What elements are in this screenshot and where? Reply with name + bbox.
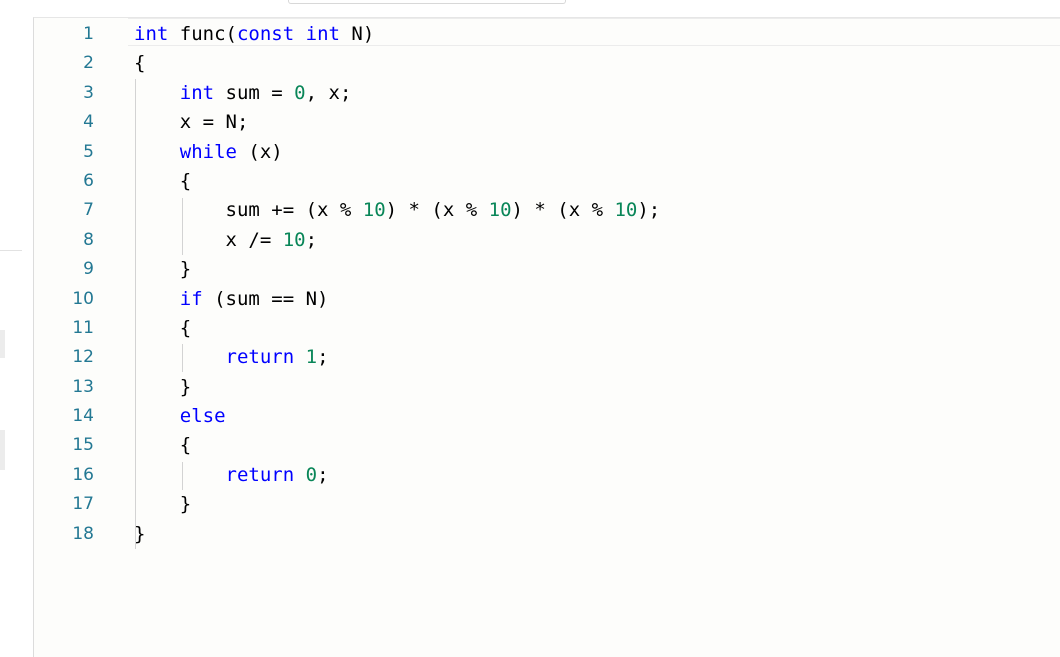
left-divider — [0, 250, 22, 251]
line-number: 14 — [72, 406, 94, 427]
code-token: ) * (x % — [385, 199, 489, 222]
code-token: sum = — [214, 81, 295, 104]
line-number: 1 — [83, 24, 94, 44]
number-token: 0 — [294, 81, 306, 104]
line-number-gutter: 1 2 3 4 5 6 7 8 9 10 11 12 13 14 15 16 17 18 — [34, 20, 94, 549]
line-number: 8 — [83, 229, 94, 250]
number-token: 10 — [362, 199, 386, 222]
code-token: } — [134, 493, 192, 516]
code-token: ) * (x % — [511, 199, 615, 222]
code-line[interactable]: int sum = 0, x; — [134, 79, 660, 108]
keyword-token: else — [179, 405, 226, 428]
keyword-token: return — [225, 346, 295, 369]
code-line[interactable]: } — [134, 373, 660, 402]
code-line[interactable]: x = N; — [134, 108, 660, 137]
code-token: (sum == N) — [202, 287, 329, 310]
line-number: 17 — [72, 494, 94, 515]
line-number: 18 — [72, 523, 94, 544]
code-line[interactable]: int func(const int N) — [134, 20, 660, 49]
keyword-token: if — [179, 287, 203, 310]
number-token: 0 — [305, 463, 318, 486]
top-tab-strip — [288, 0, 566, 4]
indent-guide — [182, 344, 183, 372]
number-token: 10 — [614, 199, 638, 222]
code-token: x /= — [134, 228, 283, 251]
code-token: { — [134, 169, 192, 192]
code-line[interactable]: sum += (x % 10) * (x % 10) * (x % 10); — [134, 196, 661, 225]
code-line[interactable]: { — [134, 314, 660, 343]
code-token: , x; — [305, 81, 352, 104]
line-number: 10 — [72, 288, 94, 309]
code-line[interactable]: if (sum == N) — [134, 285, 660, 314]
code-line[interactable]: while (x) — [134, 138, 660, 167]
code-editor[interactable]: 1 2 3 4 5 6 7 8 9 10 11 12 13 14 15 16 17 18 int func(con… — [33, 17, 1060, 657]
code-token: ; — [305, 228, 318, 251]
line-number: 7 — [83, 200, 94, 221]
line-number: 6 — [83, 170, 94, 191]
left-edge-mark — [0, 330, 5, 358]
code-line[interactable]: { — [134, 49, 660, 78]
page: 1 2 3 4 5 6 7 8 9 10 11 12 13 14 15 16 17 18 int func(con… — [0, 0, 1060, 657]
code-line[interactable]: x /= 10; — [134, 226, 660, 255]
code-token: x = N; — [134, 111, 249, 134]
code-line[interactable]: } — [134, 520, 660, 549]
keyword-token: int — [134, 23, 169, 45]
code-token: sum += (x % — [134, 199, 363, 222]
keyword-token: int — [179, 81, 215, 104]
keyword-token: return — [225, 463, 295, 486]
code-token: { — [134, 316, 192, 339]
line-number: 2 — [83, 53, 94, 74]
code-line[interactable]: { — [134, 431, 660, 460]
code-token: func( — [168, 23, 237, 45]
indent-guide — [135, 79, 136, 549]
code-line[interactable]: { — [134, 167, 660, 196]
indent-guide — [182, 198, 183, 255]
line-number: 16 — [72, 464, 94, 485]
number-token: 1 — [305, 346, 318, 369]
line-number: 13 — [72, 376, 94, 397]
number-token: 10 — [488, 199, 512, 222]
code-token: N) — [339, 23, 375, 45]
line-number: 9 — [83, 259, 94, 280]
number-token: 10 — [282, 228, 306, 251]
left-edge-mark — [0, 430, 5, 470]
keyword-token: const — [236, 23, 295, 45]
code-token: { — [134, 52, 146, 75]
code-token: ; — [317, 346, 329, 369]
code-line[interactable]: return 1; — [134, 343, 660, 372]
code-line[interactable]: } — [134, 490, 660, 519]
code-token: { — [134, 434, 192, 457]
code-area[interactable]: int func(const int N){ int sum = 0, x; x… — [134, 20, 660, 549]
line-number: 4 — [83, 112, 94, 133]
code-line[interactable]: } — [134, 255, 660, 284]
code-token: } — [134, 375, 192, 398]
code-line[interactable]: else — [134, 402, 660, 431]
code-token: (x) — [236, 140, 283, 163]
line-number: 15 — [72, 435, 94, 456]
line-number: 5 — [83, 141, 94, 162]
code-token: } — [134, 258, 192, 281]
line-number: 11 — [72, 317, 94, 338]
indent-guide — [182, 462, 183, 490]
code-token: ; — [317, 463, 329, 486]
keyword-token: int — [305, 23, 340, 45]
code-line[interactable]: return 0; — [134, 461, 660, 490]
keyword-token: while — [179, 140, 237, 163]
line-number: 3 — [83, 82, 94, 103]
line-number: 12 — [72, 347, 94, 368]
code-token: ); — [637, 199, 661, 222]
